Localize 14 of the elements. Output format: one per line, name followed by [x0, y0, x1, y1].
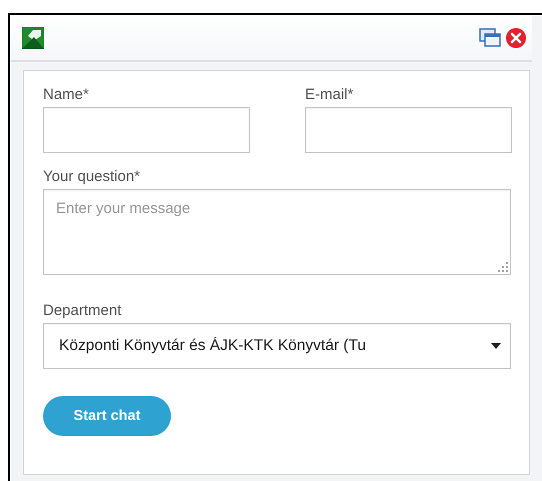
field-label: Your question*	[43, 167, 142, 187]
text-field[interactable]	[305, 107, 512, 153]
caret-icon	[491, 343, 501, 349]
window-icon[interactable]	[479, 28, 501, 48]
start-chat-button[interactable]: Start chat	[43, 396, 171, 436]
message-field[interactable]: Enter your message	[43, 189, 511, 275]
close-icon[interactable]	[505, 26, 527, 48]
logo-icon	[22, 26, 44, 48]
resize-grip-icon[interactable]	[498, 262, 508, 272]
field-label: Name*	[43, 85, 90, 105]
field-label: E-mail*	[305, 85, 354, 105]
placeholder: Enter your message	[56, 200, 190, 217]
text-field[interactable]	[43, 107, 250, 153]
field-label: Department	[43, 301, 122, 321]
